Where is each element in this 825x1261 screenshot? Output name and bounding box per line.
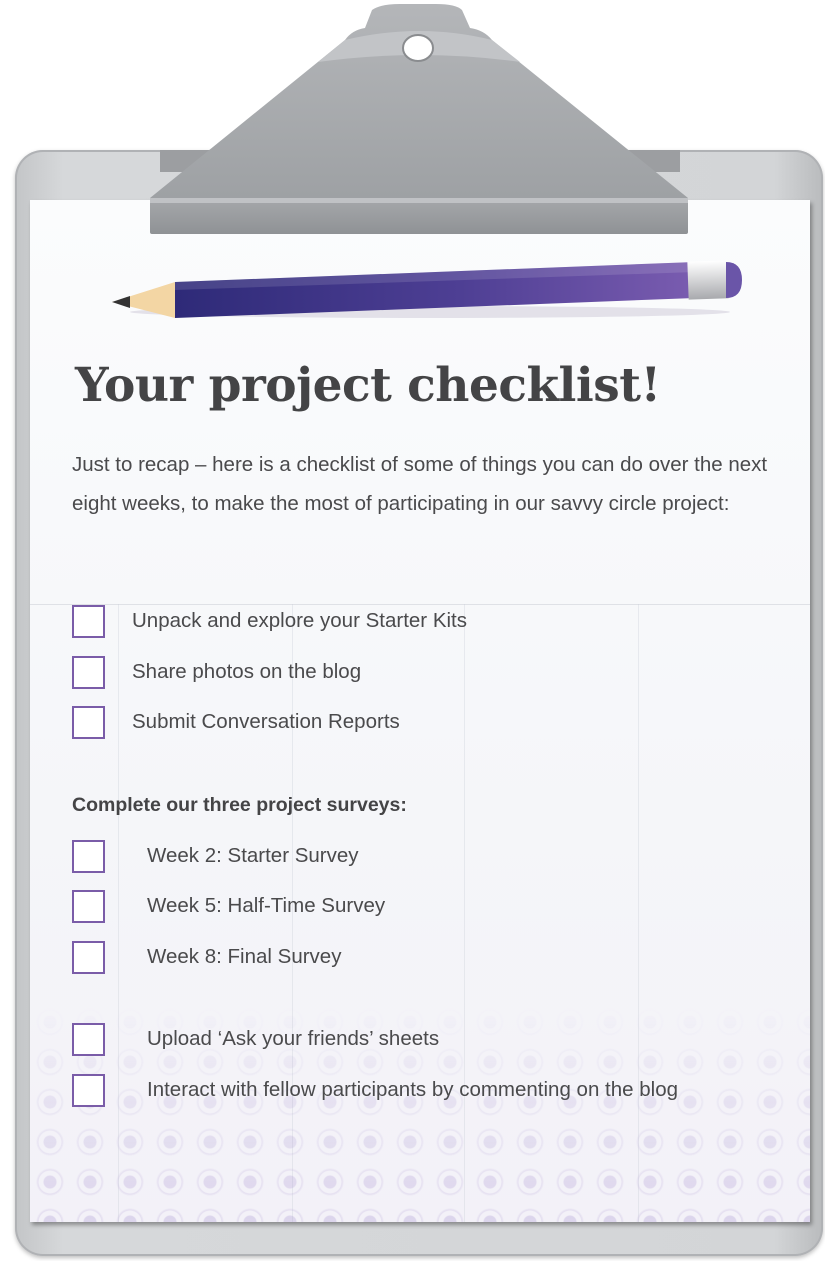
survey-item[interactable]: Week 2: Starter Survey <box>72 840 792 878</box>
intro-paragraph: Just to recap – here is a checklist of s… <box>72 453 768 515</box>
checkbox-icon[interactable] <box>72 941 105 974</box>
checklist-item[interactable]: Share photos on the blog <box>72 656 792 694</box>
checkbox-icon[interactable] <box>72 656 105 689</box>
checklist-item-label: Unpack and explore your Starter Kits <box>132 609 467 632</box>
clipboard-clip-icon <box>150 4 688 234</box>
checkbox-icon[interactable] <box>72 1074 105 1107</box>
extra-item[interactable]: Interact with fellow participants by com… <box>72 1074 792 1112</box>
checkbox-icon[interactable] <box>72 1023 105 1056</box>
pencil-icon <box>112 260 742 318</box>
survey-item-label: Week 2: Starter Survey <box>147 844 359 867</box>
checkbox-icon[interactable] <box>72 840 105 873</box>
survey-item-label: Week 5: Half-Time Survey <box>147 894 386 917</box>
survey-item[interactable]: Week 5: Half-Time Survey <box>72 890 792 928</box>
survey-item[interactable]: Week 8: Final Survey <box>72 941 792 979</box>
page-title: Your project checklist! <box>75 358 661 413</box>
surveys-heading: Complete our three project surveys: <box>72 794 407 816</box>
checklist-item-label: Submit Conversation Reports <box>132 710 400 733</box>
extra-item-label: Upload ‘Ask your friends’ sheets <box>147 1027 440 1050</box>
checkbox-icon[interactable] <box>72 605 105 638</box>
checkbox-icon[interactable] <box>72 890 105 923</box>
checkbox-icon[interactable] <box>72 706 105 739</box>
extra-item-label: Interact with fellow participants by com… <box>147 1078 678 1101</box>
survey-item-label: Week 8: Final Survey <box>147 945 342 968</box>
checklist-item-label: Share photos on the blog <box>132 660 362 683</box>
checklist-item[interactable]: Unpack and explore your Starter Kits <box>72 605 792 643</box>
checklist-item[interactable]: Submit Conversation Reports <box>72 706 792 744</box>
extra-item[interactable]: Upload ‘Ask your friends’ sheets <box>72 1023 792 1061</box>
